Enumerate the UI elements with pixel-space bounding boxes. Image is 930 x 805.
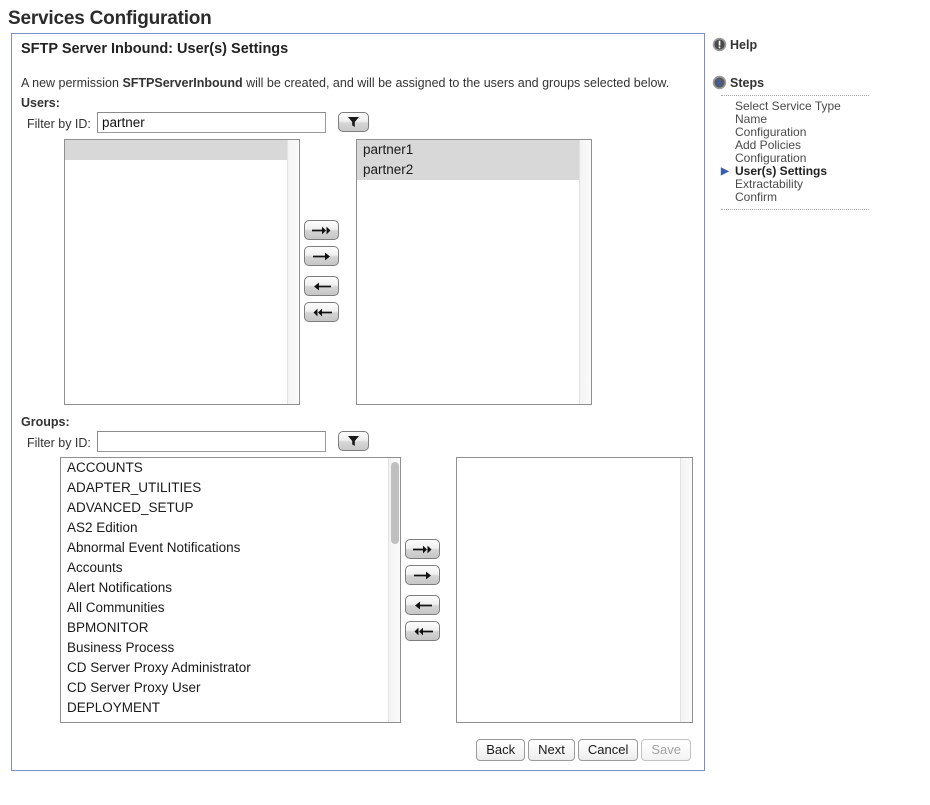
steps-header: Steps xyxy=(712,75,922,90)
groups-available-items: ACCOUNTS ADAPTER_UTILITIES ADVANCED_SETUP A… xyxy=(61,458,388,722)
users-move-left-button[interactable] xyxy=(304,276,339,296)
step-label: User(s) Settings xyxy=(735,164,828,178)
list-item[interactable]: ADAPTER_UTILITIES xyxy=(61,478,388,498)
cancel-button[interactable]: Cancel xyxy=(577,739,639,761)
list-item[interactable]: CD Server Proxy User xyxy=(61,678,388,698)
list-item[interactable] xyxy=(65,140,287,160)
double-arrow-right-icon xyxy=(412,545,431,553)
filter-funnel-icon xyxy=(348,436,359,446)
list-item[interactable]: CD Server Proxy Administrator xyxy=(61,658,388,678)
step-label: Name xyxy=(735,112,768,126)
users-assigned-items: partner1 partner2 xyxy=(357,140,579,404)
users-section-label: Users: xyxy=(21,96,60,110)
next-button[interactable]: Next xyxy=(528,739,575,761)
groups-move-left-button[interactable] xyxy=(405,595,440,615)
save-button: Save xyxy=(641,739,691,761)
groups-move-right-button[interactable] xyxy=(405,565,440,585)
users-available-list[interactable] xyxy=(64,139,300,405)
users-move-right-button[interactable] xyxy=(304,246,339,266)
groups-scrollbar-thumb[interactable] xyxy=(391,462,399,544)
steps-label: Steps xyxy=(730,75,765,90)
steps-divider-top xyxy=(721,95,869,96)
steps-divider-bottom xyxy=(721,209,869,210)
users-move-all-left-button[interactable] xyxy=(304,302,339,322)
help-label: Help xyxy=(730,37,758,52)
arrow-left-icon xyxy=(414,601,432,609)
double-arrow-left-icon xyxy=(313,308,332,316)
users-filter-label: Filter by ID: xyxy=(27,117,91,131)
users-available-items xyxy=(65,140,287,404)
groups-section-label: Groups: xyxy=(21,415,70,429)
step-label: Confirm xyxy=(735,190,778,204)
steps-list: Select Service Type Name Configuration Add … xyxy=(721,100,922,204)
list-item[interactable]: All Communities xyxy=(61,598,388,618)
list-item[interactable]: partner1 xyxy=(357,140,579,160)
double-arrow-left-icon xyxy=(414,627,433,635)
list-item[interactable]: AS2 Edition xyxy=(61,518,388,538)
users-move-all-right-button[interactable] xyxy=(304,220,339,240)
cursor-arrow-icon xyxy=(712,75,727,90)
groups-available-list[interactable]: ACCOUNTS ADAPTER_UTILITIES ADVANCED_SETUP A… xyxy=(60,457,401,723)
arrow-right-icon xyxy=(413,571,431,579)
panel-description: A new permission SFTPServerInbound will … xyxy=(21,76,669,90)
list-item[interactable]: Accounts xyxy=(61,558,388,578)
current-step-marker-icon: ▶ xyxy=(721,166,729,177)
description-permission-name: SFTPServerInbound xyxy=(122,76,243,90)
list-item[interactable]: Business Process xyxy=(61,638,388,658)
groups-move-all-right-button[interactable] xyxy=(405,539,440,559)
arrow-right-icon xyxy=(312,252,330,260)
list-item[interactable]: BPMONITOR xyxy=(61,618,388,638)
list-item[interactable]: ACCOUNTS xyxy=(61,458,388,478)
users-filter-input[interactable] xyxy=(97,112,326,133)
step-label: Configuration xyxy=(735,125,807,139)
double-arrow-right-icon xyxy=(311,226,330,234)
list-item[interactable]: partner2 xyxy=(357,160,579,180)
groups-assigned-scrollbar[interactable] xyxy=(680,458,692,722)
list-item[interactable]: ADVANCED_SETUP xyxy=(61,498,388,518)
back-button[interactable]: Back xyxy=(476,739,526,761)
list-item[interactable]: DEPLOYMENT xyxy=(61,698,388,718)
list-item[interactable]: Alert Notifications xyxy=(61,578,388,598)
groups-assigned-list[interactable] xyxy=(456,457,693,723)
description-prefix: A new permission xyxy=(21,76,123,90)
arrow-left-icon xyxy=(313,282,331,290)
groups-filter-button[interactable] xyxy=(338,431,369,451)
step-label: Configuration xyxy=(735,151,807,165)
users-assigned-list[interactable]: partner1 partner2 xyxy=(356,139,592,405)
groups-available-scrollbar[interactable] xyxy=(388,458,400,722)
step-label: Add Policies xyxy=(735,138,802,152)
users-filter-button[interactable] xyxy=(338,112,369,132)
groups-filter-label: Filter by ID: xyxy=(27,436,91,450)
filter-funnel-icon xyxy=(348,117,359,127)
wizard-panel: SFTP Server Inbound: User(s) Settings A … xyxy=(11,33,705,771)
panel-title: SFTP Server Inbound: User(s) Settings xyxy=(21,41,289,57)
info-exclamation-icon xyxy=(712,37,727,52)
step-label: Select Service Type xyxy=(735,99,841,113)
step-label: Extractability xyxy=(735,177,804,191)
groups-assigned-items xyxy=(457,458,680,722)
groups-move-all-left-button[interactable] xyxy=(405,621,440,641)
page-title: Services Configuration xyxy=(8,8,212,29)
sidebar: Help Steps Select Service Type Name Config… xyxy=(712,33,922,214)
help-link[interactable]: Help xyxy=(712,37,922,52)
users-assigned-scrollbar[interactable] xyxy=(579,140,591,404)
users-available-scrollbar[interactable] xyxy=(287,140,299,404)
step-item-7[interactable]: Confirm xyxy=(721,191,922,204)
services-configuration-page: Services Configuration SFTP Server Inbou… xyxy=(0,0,930,805)
description-suffix: will be created, and will be assigned to… xyxy=(242,76,670,90)
action-bar: Back Next Cancel Save xyxy=(12,738,704,762)
groups-filter-input[interactable] xyxy=(97,431,326,452)
list-item[interactable]: Abnormal Event Notifications xyxy=(61,538,388,558)
